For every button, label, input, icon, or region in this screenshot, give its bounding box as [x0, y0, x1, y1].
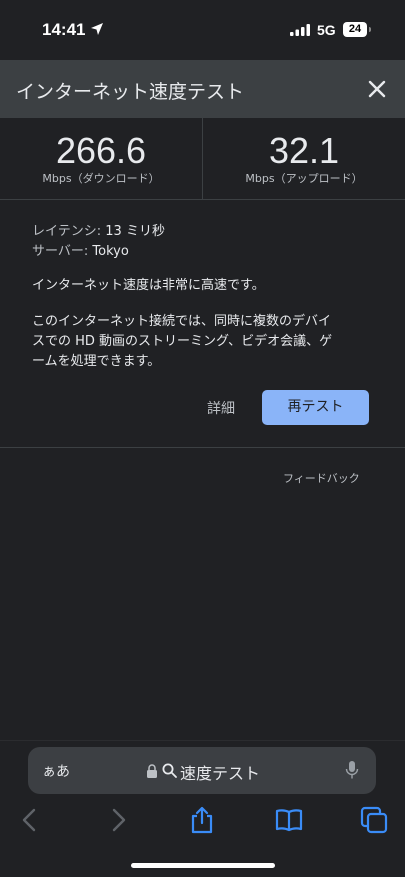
server-row: サーバー: Tokyo: [32, 242, 377, 262]
download-result: 266.6 Mbps（ダウンロード）: [0, 118, 202, 200]
network-type: 5G: [317, 22, 336, 38]
battery-icon: 24: [343, 22, 367, 37]
feedback-link[interactable]: フィードバック: [283, 470, 360, 486]
description-line: スでの HD 動画のストリーミング、ビデオ会議、ゲ: [32, 334, 333, 349]
signal-icon: [290, 24, 310, 36]
server-label: サーバー:: [32, 244, 89, 259]
latency-value: 13 ミリ秒: [105, 224, 165, 239]
test-details: レイテンシ: 13 ミリ秒 サーバー: Tokyo: [32, 222, 377, 262]
download-speed-unit: Mbps（ダウンロード）: [42, 172, 160, 185]
page-settings-button[interactable]: ぁあ: [42, 761, 70, 781]
details-button[interactable]: 詳細: [207, 398, 235, 418]
search-icon: [162, 763, 177, 778]
server-value: Tokyo: [92, 244, 129, 259]
battery-cap: [369, 27, 371, 32]
back-icon[interactable]: [16, 806, 44, 834]
location-arrow-icon: [91, 23, 103, 35]
bookmarks-icon[interactable]: [275, 806, 303, 834]
upload-result: 32.1 Mbps（アップロード）: [203, 118, 405, 200]
forward-icon[interactable]: [104, 806, 132, 834]
speed-results: 266.6 Mbps（ダウンロード） 32.1 Mbps（アップロード）: [0, 118, 405, 200]
close-icon[interactable]: [364, 76, 390, 102]
home-indicator: [131, 863, 275, 868]
speed-summary: インターネット速度は非常に高速です。: [32, 278, 265, 293]
lock-icon: [147, 764, 157, 778]
latency-label: レイテンシ:: [32, 224, 102, 239]
status-time: 14:41: [42, 20, 86, 39]
download-speed-value: 266.6: [55, 130, 147, 171]
dialog-header: インターネット速度テスト: [0, 60, 405, 118]
description-line: このインターネット接続では、同時に複数のデバイ: [32, 314, 332, 329]
mic-icon[interactable]: [345, 760, 359, 780]
url-field[interactable]: 速度テスト: [180, 760, 260, 784]
status-bar: 14:41 5G 24: [0, 0, 405, 60]
page-title: インターネット速度テスト: [16, 81, 245, 103]
retest-button[interactable]: 再テスト: [262, 390, 369, 425]
upload-speed-unit: Mbps（アップロード）: [245, 172, 363, 185]
upload-speed-value: 32.1: [268, 130, 340, 171]
description-line: ームを処理できます。: [32, 354, 161, 369]
tabs-icon[interactable]: [360, 806, 388, 834]
share-icon[interactable]: [188, 806, 216, 834]
latency-row: レイテンシ: 13 ミリ秒: [32, 222, 377, 242]
section-divider: [0, 447, 405, 448]
speed-description: このインターネット接続では、同時に複数のデバイ スでの HD 動画のストリーミン…: [32, 312, 377, 372]
